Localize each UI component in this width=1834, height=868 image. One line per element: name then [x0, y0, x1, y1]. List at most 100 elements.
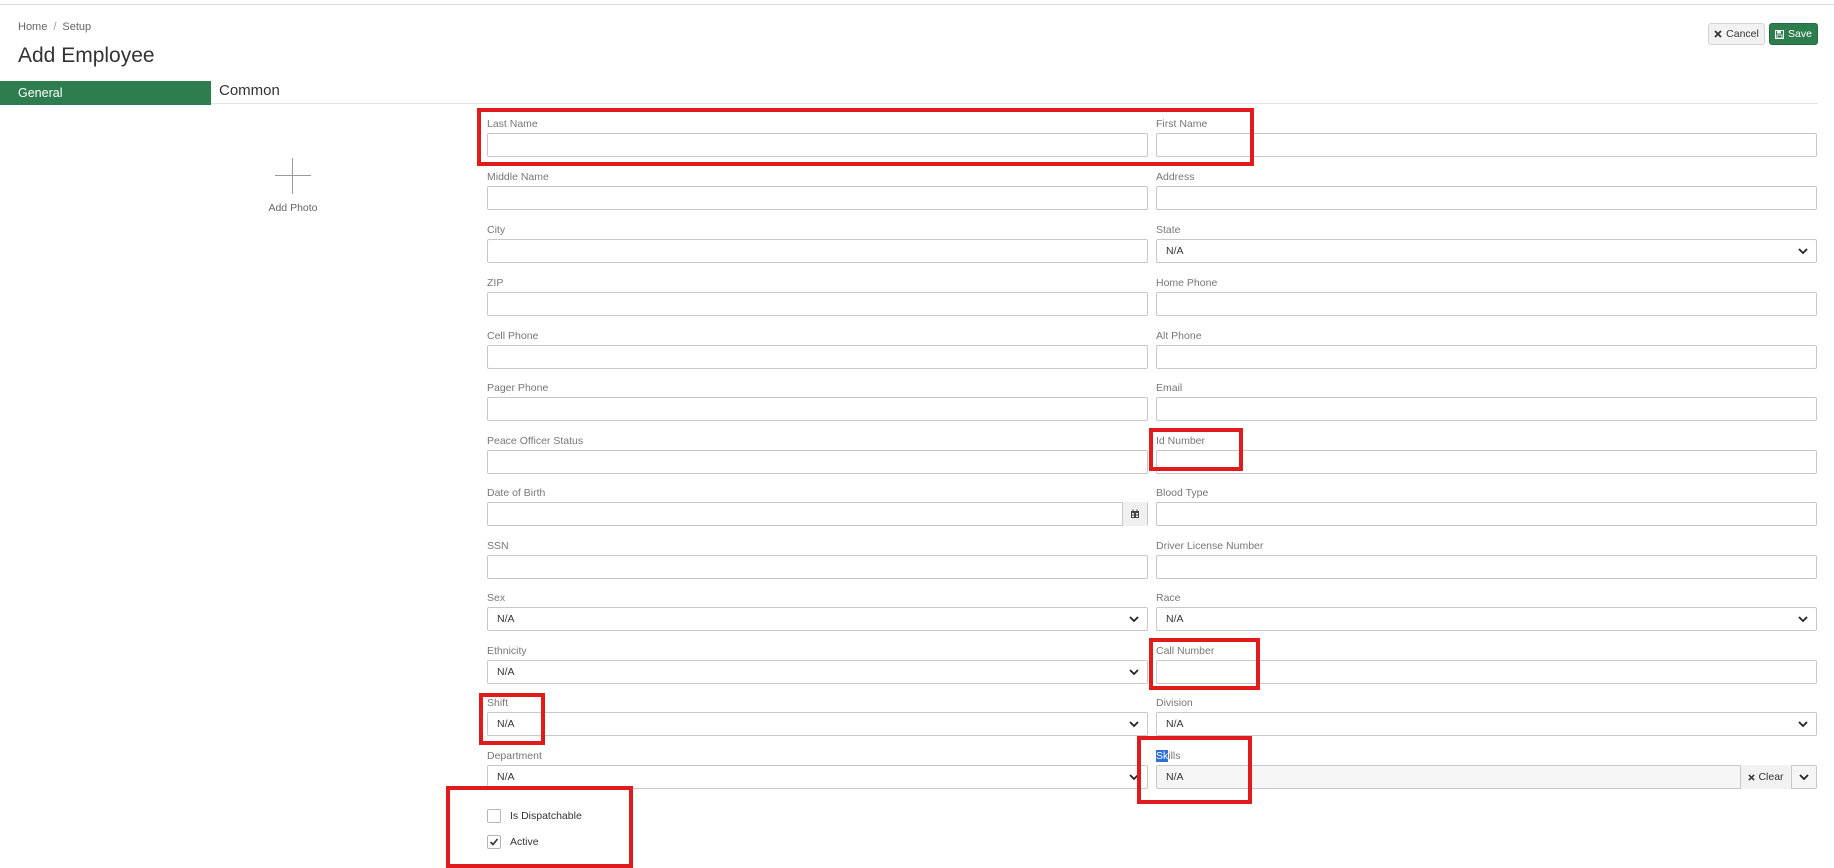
- breadcrumb-current[interactable]: Setup: [62, 21, 91, 33]
- address-field: Address: [1156, 171, 1817, 210]
- page-title: Add Employee: [18, 44, 155, 67]
- peace-officer-status-field: Peace Officer Status: [487, 435, 1148, 474]
- shift-value: N/A: [497, 718, 515, 730]
- zip-field: ZIP: [487, 277, 1148, 316]
- cell-phone-input[interactable]: [487, 345, 1148, 369]
- middle-name-input[interactable]: [487, 186, 1148, 210]
- email-input[interactable]: [1156, 397, 1817, 421]
- skills-value: N/A: [1166, 771, 1184, 783]
- save-label: Save: [1788, 28, 1812, 40]
- blood-type-label: Blood Type: [1156, 487, 1209, 499]
- last-name-label: Last Name: [487, 118, 538, 130]
- ethnicity-select[interactable]: N/A: [487, 660, 1148, 684]
- skills-select[interactable]: N/A Clear: [1156, 765, 1817, 789]
- date-of-birth-input[interactable]: [487, 502, 1148, 526]
- skills-label: Skills: [1156, 750, 1817, 765]
- middle-name-label: Middle Name: [487, 171, 549, 183]
- department-field: Department N/A: [487, 750, 1148, 789]
- ssn-input[interactable]: [487, 555, 1148, 579]
- active-label: Active: [510, 836, 539, 848]
- check-icon: [489, 838, 499, 846]
- active-checkbox[interactable]: Active: [487, 835, 539, 849]
- skills-clear-label: Clear: [1758, 771, 1784, 783]
- tab-general[interactable]: General: [0, 81, 211, 105]
- department-select[interactable]: N/A: [487, 765, 1148, 789]
- tab-common[interactable]: Common: [219, 82, 280, 99]
- division-value: N/A: [1166, 718, 1184, 730]
- top-divider: [0, 4, 1834, 5]
- skills-dropdown-toggle[interactable]: [1792, 765, 1816, 789]
- state-select[interactable]: N/A: [1156, 239, 1817, 263]
- race-label: Race: [1156, 592, 1181, 604]
- add-photo-button[interactable]: Add Photo: [268, 158, 318, 218]
- first-name-input[interactable]: [1156, 133, 1817, 157]
- blood-type-input[interactable]: [1156, 502, 1817, 526]
- sex-label: Sex: [487, 592, 506, 604]
- shift-label: Shift: [487, 697, 509, 709]
- add-photo-label: Add Photo: [268, 202, 318, 214]
- cancel-button[interactable]: Cancel: [1708, 23, 1765, 45]
- division-label: Division: [1156, 697, 1193, 709]
- call-number-field: Call Number: [1156, 645, 1817, 684]
- peace-officer-status-input[interactable]: [487, 450, 1148, 474]
- city-input[interactable]: [487, 239, 1148, 263]
- sex-select[interactable]: N/A: [487, 607, 1148, 631]
- division-field: Division N/A: [1156, 697, 1817, 736]
- is-dispatchable-label: Is Dispatchable: [510, 810, 582, 822]
- shift-field: Shift N/A: [487, 697, 1148, 736]
- date-of-birth-field: Date of Birth: [487, 487, 1148, 526]
- save-button[interactable]: Save: [1769, 23, 1818, 45]
- zip-label: ZIP: [487, 277, 504, 289]
- sex-value: N/A: [497, 613, 515, 625]
- address-label: Address: [1156, 171, 1195, 183]
- driver-license-label: Driver License Number: [1156, 540, 1264, 552]
- annotation-checkboxes: [446, 786, 633, 868]
- breadcrumb-separator: /: [53, 21, 57, 33]
- middle-name-field: Middle Name: [487, 171, 1148, 210]
- pager-phone-field: Pager Phone: [487, 382, 1148, 421]
- chevron-down-icon: [1798, 721, 1808, 728]
- first-name-field: First Name: [1156, 118, 1817, 157]
- breadcrumb: Home / Setup: [18, 21, 91, 33]
- alt-phone-input[interactable]: [1156, 345, 1817, 369]
- calendar-button[interactable]: [1122, 502, 1147, 526]
- is-dispatchable-checkbox[interactable]: Is Dispatchable: [487, 809, 582, 823]
- active-box[interactable]: [487, 835, 501, 849]
- call-number-input[interactable]: [1156, 660, 1817, 684]
- cell-phone-field: Cell Phone: [487, 330, 1148, 369]
- times-icon: [1748, 773, 1756, 781]
- skills-clear-button[interactable]: Clear: [1740, 765, 1792, 789]
- skills-label-rest: ills: [1168, 750, 1181, 762]
- id-number-input[interactable]: [1156, 450, 1817, 474]
- address-input[interactable]: [1156, 186, 1817, 210]
- is-dispatchable-box[interactable]: [487, 809, 501, 823]
- driver-license-field: Driver License Number: [1156, 540, 1817, 579]
- ssn-field: SSN: [487, 540, 1148, 579]
- home-phone-label: Home Phone: [1156, 277, 1218, 289]
- state-field: State N/A: [1156, 224, 1817, 263]
- driver-license-input[interactable]: [1156, 555, 1817, 579]
- ethnicity-field: Ethnicity N/A: [487, 645, 1148, 684]
- division-select[interactable]: N/A: [1156, 712, 1817, 736]
- department-label: Department: [487, 750, 542, 762]
- home-phone-field: Home Phone: [1156, 277, 1817, 316]
- skills-label-selected: Sk: [1156, 750, 1169, 762]
- skills-field: Skills N/A Clear: [1156, 750, 1817, 789]
- last-name-input[interactable]: [487, 133, 1148, 157]
- race-field: Race N/A: [1156, 592, 1817, 631]
- breadcrumb-home[interactable]: Home: [18, 21, 47, 33]
- times-icon: [1714, 30, 1722, 38]
- floppy-disk-icon: [1775, 29, 1785, 39]
- zip-input[interactable]: [487, 292, 1148, 316]
- race-select[interactable]: N/A: [1156, 607, 1817, 631]
- plus-icon: [275, 158, 311, 194]
- calendar-icon: [1131, 509, 1139, 518]
- id-number-label: Id Number: [1156, 435, 1206, 447]
- chevron-down-icon: [1798, 616, 1808, 623]
- cell-phone-label: Cell Phone: [487, 330, 539, 342]
- home-phone-input[interactable]: [1156, 292, 1817, 316]
- sex-field: Sex N/A: [487, 592, 1148, 631]
- pager-phone-input[interactable]: [487, 397, 1148, 421]
- city-field: City: [487, 224, 1148, 263]
- shift-select[interactable]: N/A: [487, 712, 1148, 736]
